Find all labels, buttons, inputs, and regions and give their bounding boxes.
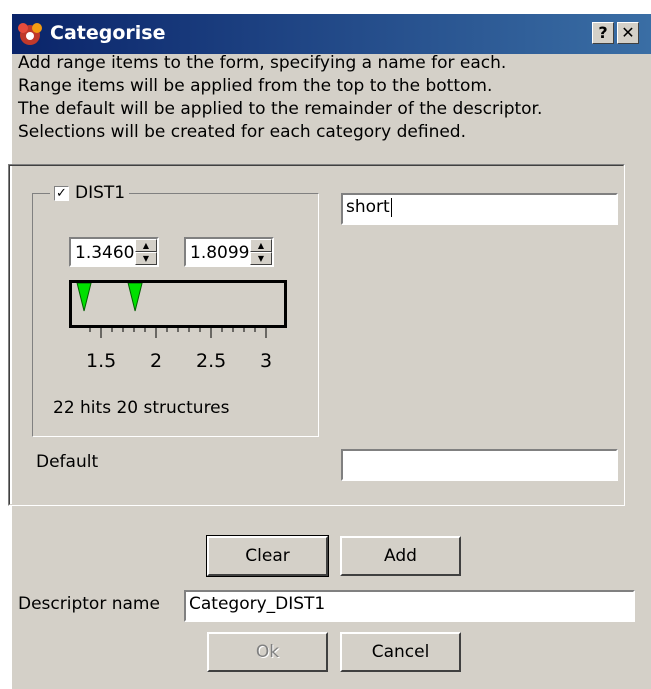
max-handle[interactable]: [127, 283, 143, 312]
tick-label: 3: [260, 350, 273, 372]
slider-scale: [89, 326, 267, 338]
category-name-value[interactable]: short: [346, 197, 390, 217]
add-button[interactable]: Add: [340, 536, 461, 576]
tick-label: 2: [150, 350, 163, 372]
instruction-line: Range items will be applied from the top…: [18, 76, 493, 96]
cancel-button[interactable]: Cancel: [340, 632, 461, 672]
instructions: Add range items to the form, specifying …: [18, 52, 542, 144]
descriptor-name-input[interactable]: Category_DIST1: [184, 590, 635, 622]
tick-label: 2.5: [196, 350, 227, 372]
range-item-header: ✓ DIST1: [50, 183, 130, 203]
clear-button[interactable]: Clear: [206, 535, 329, 577]
instruction-line: Add range items to the form, specifying …: [18, 53, 507, 73]
window-title: Categorise: [50, 22, 166, 44]
max-increment-button[interactable]: ▲: [250, 239, 272, 252]
title-bar[interactable]: Categorise ? ✕: [12, 14, 651, 54]
min-handle[interactable]: [76, 283, 92, 312]
max-value-spinbox[interactable]: 1.8099 ▲ ▼: [184, 237, 274, 267]
min-value[interactable]: 1.3460: [75, 243, 134, 263]
instruction-line: Selections will be created for each cate…: [18, 122, 466, 142]
default-name-input[interactable]: [341, 449, 618, 481]
help-button[interactable]: ?: [592, 22, 614, 44]
app-icon: [18, 23, 42, 45]
max-value[interactable]: 1.8099: [190, 243, 249, 263]
instruction-line: The default will be applied to the remai…: [18, 99, 543, 119]
descriptor-name-value[interactable]: Category_DIST1: [189, 594, 325, 614]
close-button[interactable]: ✕: [617, 22, 639, 44]
min-increment-button[interactable]: ▲: [135, 239, 157, 252]
range-item-label: DIST1: [75, 183, 126, 203]
min-value-spinbox[interactable]: 1.3460 ▲ ▼: [69, 237, 159, 267]
range-item-checkbox[interactable]: ✓: [54, 185, 69, 201]
default-label: Default: [36, 452, 99, 472]
category-name-input[interactable]: short: [341, 193, 618, 225]
ok-button[interactable]: Ok: [207, 632, 328, 672]
range-slider[interactable]: [69, 280, 287, 328]
max-decrement-button[interactable]: ▼: [250, 252, 272, 265]
descriptor-name-label: Descriptor name: [18, 594, 160, 614]
tick-label: 1.5: [86, 350, 117, 372]
min-decrement-button[interactable]: ▼: [135, 252, 157, 265]
hits-summary: 22 hits 20 structures: [53, 398, 230, 418]
